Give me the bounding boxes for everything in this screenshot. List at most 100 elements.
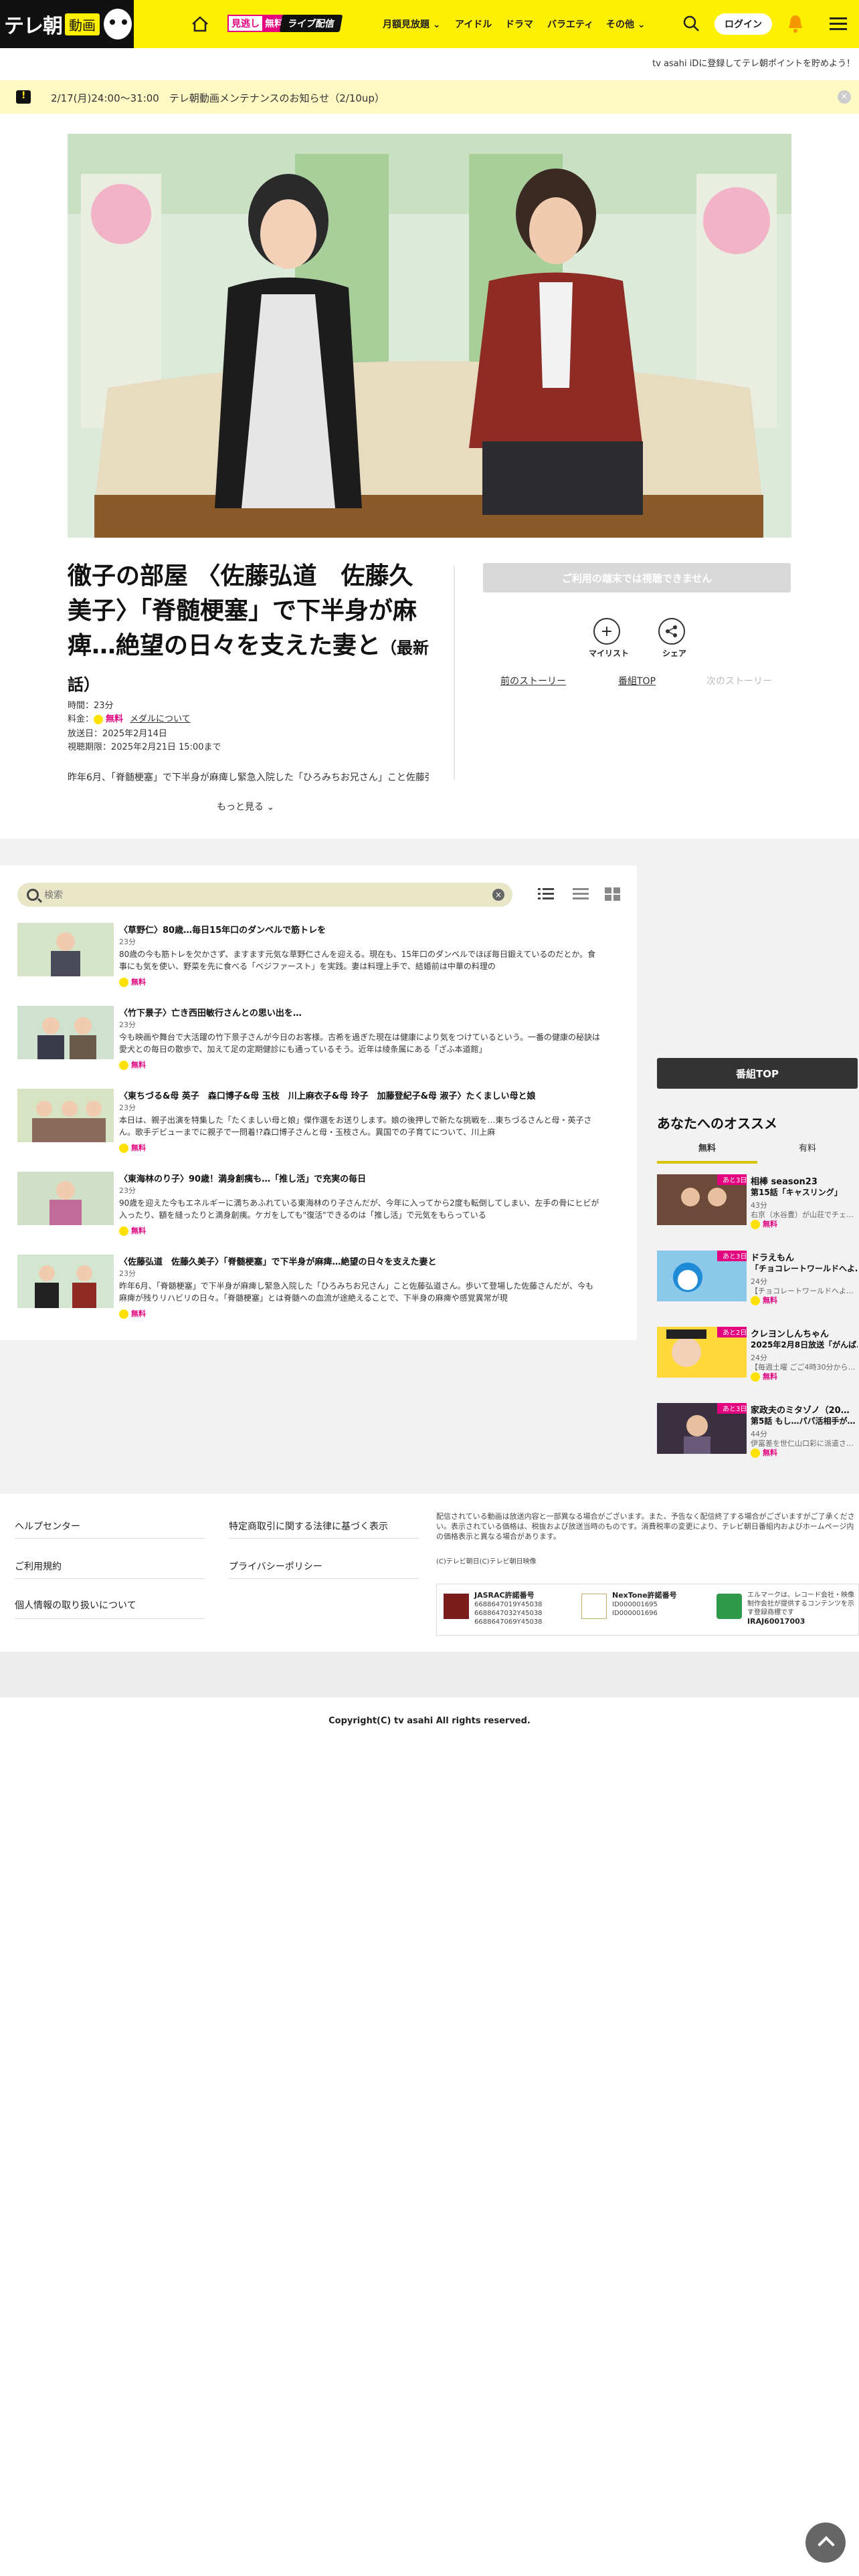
nav-variety[interactable]: バラエティ xyxy=(547,17,593,31)
bell-icon[interactable] xyxy=(787,13,804,33)
footer-terms-link[interactable]: ご利用規約 xyxy=(15,1560,62,1573)
nav-other[interactable]: その他 ⌄ xyxy=(606,17,646,31)
recommend-subtitle: 第15話「キャスリング」 xyxy=(751,1188,842,1197)
recommend-item[interactable]: あと3日 家政夫のミタゾノ（20… 第5話 もし…パパ活相手が… 44分 伊冨差… xyxy=(657,1403,858,1458)
divider xyxy=(229,1578,419,1579)
nextone-logo-icon xyxy=(581,1594,607,1619)
site-header: テレ朝 動画 見逃し 無料 ライブ配信 月額見放題 ⌄ アイドル ドラマ バラエ… xyxy=(0,0,859,48)
tab-paid[interactable]: 有料 xyxy=(757,1141,858,1154)
recommend-free: 無料 xyxy=(751,1371,777,1382)
episode-row[interactable]: 〈佐藤弘道 佐藤久美子〉「脊髄梗塞」で下半身が麻痺…絶望の日々を支えた妻と 23… xyxy=(17,1255,606,1319)
divider xyxy=(229,1538,419,1539)
recommend-item[interactable]: あと3日 相棒 season23 第15話「キャスリング」 43分 右京（水谷豊… xyxy=(657,1174,858,1229)
episode-row-description: 今も映画や舞台で大活躍の竹下景子さんが今日のお客様。古希を過ぎた現在は健康により… xyxy=(119,1033,601,1054)
episode-row[interactable]: 〈草野仁〉80歳…毎日15年口のダンベルで筋トレを 23分 80歳の今も筋トレを… xyxy=(17,923,606,987)
grid-view-icon[interactable] xyxy=(605,887,621,901)
recommend-heading: あなたへのオススメ xyxy=(657,1115,777,1132)
tab-free[interactable]: 無料 xyxy=(657,1141,757,1154)
episode-row[interactable]: 〈東海林のり子〉90歳！満身創痍も…「推し活」で充実の毎日 23分 90歳を迎え… xyxy=(17,1172,606,1236)
search-icon[interactable] xyxy=(682,15,700,32)
l-mark-info: エルマークは、レコード会社・映像制作会社が提供するコンテンツを示す登録商標です … xyxy=(747,1592,854,1626)
copyright: Copyright(C) tv asahi All rights reserve… xyxy=(328,1716,531,1726)
home-icon[interactable] xyxy=(191,16,209,32)
logo-text: テレ朝 xyxy=(4,15,63,38)
mylist-label: マイリスト xyxy=(589,649,630,658)
episode-row-duration: 23分 xyxy=(119,1269,136,1278)
notice-icon xyxy=(16,90,31,104)
episode-aired: 放送日：2025年2月14日 xyxy=(68,729,167,739)
badge-text: あと3日 xyxy=(723,1405,747,1413)
play-disabled-button[interactable]: ご利用の端末では視聴できません xyxy=(483,563,791,593)
recommend-thumbnail: あと2日 xyxy=(657,1327,747,1378)
episode-row-title: 〈佐藤弘道 佐藤久美子〉「脊髄梗塞」で下半身が麻痺…絶望の日々を支えた妻と xyxy=(119,1257,437,1267)
episode-row-free: 無料 xyxy=(119,976,146,987)
footer-help-link[interactable]: ヘルプセンター xyxy=(15,1519,80,1533)
coin-icon xyxy=(119,978,128,987)
episode-row-description: 90歳を迎えた今もエネルギーに満ちあふれている東海林のり子さんだが、今年に入って… xyxy=(119,1198,599,1220)
recommend-subtitle: 2025年2月8日放送「がんば… xyxy=(751,1340,858,1350)
notice-text[interactable]: 2/17(月)24:00～31:00 テレ朝動画メンテナンスのお知らせ（2/10… xyxy=(51,91,385,105)
maintenance-notice[interactable]: 2/17(月)24:00～31:00 テレ朝動画メンテナンスのお知らせ（2/10… xyxy=(0,80,859,114)
recommend-thumbnail: あと3日 xyxy=(657,1174,747,1225)
list-view-icon[interactable] xyxy=(538,887,554,901)
episode-row-duration: 23分 xyxy=(119,1186,136,1195)
scroll-to-top-button[interactable] xyxy=(805,2523,846,2563)
license-box: JASRAC許諾番号 6688647019Y45038 6688647032Y4… xyxy=(436,1584,859,1636)
tv-asahi-id-promo[interactable]: tv asahi iDに登録してテレ朝ポイントを貯めよう！ xyxy=(652,56,855,69)
compact-list-icon[interactable] xyxy=(573,887,589,901)
episode-row-free: 無料 xyxy=(119,1308,146,1319)
program-top-link[interactable]: 番組TOP xyxy=(618,674,656,687)
episode-row-description: 80歳の今も筋トレを欠かさず、ますます元気な草野仁さんを迎える。現在も、15年口… xyxy=(119,950,596,971)
nav-mitoshi-free[interactable]: 見逃し 無料 xyxy=(227,15,288,32)
nextone-info: NexTone許諾番号 ID000001695 ID000001696 xyxy=(612,1591,677,1617)
sidebar-program-top-button[interactable]: 番組TOP xyxy=(657,1058,858,1089)
episode-row-title: 〈竹下景子〉亡き西田敏行さんとの思い出を… xyxy=(119,1008,302,1018)
episode-title: 徹子の部屋 〈佐藤弘道 佐藤久美子〉「脊髄梗塞」で下半身が麻痺…絶望の日々を支え… xyxy=(68,562,430,694)
close-icon[interactable]: × xyxy=(838,90,851,104)
price-label: 料金： xyxy=(68,714,94,724)
add-mylist-button[interactable]: + xyxy=(593,618,620,645)
search-input[interactable] xyxy=(44,887,472,903)
recommend-title: ドラえもん xyxy=(751,1253,795,1263)
nav-idol[interactable]: アイドル xyxy=(455,17,492,31)
badge-text: あと3日 xyxy=(723,1176,747,1184)
coin-icon xyxy=(119,1226,128,1236)
nav-monthly[interactable]: 月額見放題 ⌄ xyxy=(383,17,441,31)
show-more-button[interactable]: もっと見る ⌄ xyxy=(217,800,274,813)
badge-text: あと3日 xyxy=(723,1253,747,1261)
site-logo[interactable]: テレ朝 動画 xyxy=(0,0,134,48)
nav-drama[interactable]: ドラマ xyxy=(505,17,533,31)
footer-privacy-info-link[interactable]: 個人情報の取り扱いについて xyxy=(15,1598,136,1612)
episode-row[interactable]: 〈竹下景子〉亡き西田敏行さんとの思い出を… 23分 今も映画や舞台で大活躍の竹下… xyxy=(17,1006,606,1070)
coin-icon xyxy=(94,714,104,724)
menu-icon[interactable] xyxy=(830,17,847,31)
recommend-title: 家政夫のミタゾノ（20… xyxy=(751,1406,850,1416)
active-tab-indicator xyxy=(657,1161,757,1164)
recommend-free: 無料 xyxy=(751,1295,777,1305)
jasrac-info: JASRAC許諾番号 6688647019Y45038 6688647032Y4… xyxy=(474,1591,543,1626)
mascot-icon xyxy=(102,7,134,41)
episode-row-title: 〈東ちづる&母 英子 森口博子&母 玉枝 川上麻衣子&母 玲子 加藤登紀子&母 … xyxy=(119,1091,536,1101)
footer-band xyxy=(0,1652,859,1697)
prev-story-link[interactable]: 前のストーリー xyxy=(500,674,566,687)
share-label: シェア xyxy=(662,649,687,658)
footer-privacy-policy-link[interactable]: プライバシーポリシー xyxy=(229,1560,322,1573)
episode-thumbnail xyxy=(17,1006,114,1059)
nav-live[interactable]: ライブ配信 xyxy=(279,15,343,32)
episode-row-title: 〈東海林のり子〉90歳！満身創痍も…「推し活」で充実の毎日 xyxy=(119,1174,367,1184)
clear-icon[interactable]: × xyxy=(492,889,504,901)
episode-row-free: 無料 xyxy=(119,1225,146,1236)
recommend-subtitle: 第5話 もし…パパ活相手が… xyxy=(751,1416,856,1426)
episode-hero-image xyxy=(68,134,791,538)
recommend-item[interactable]: あと2日 クレヨンしんちゃん 2025年2月8日放送「がんば… 24分 【毎週土… xyxy=(657,1327,858,1382)
medal-link[interactable]: メダルについて xyxy=(130,714,191,724)
share-button[interactable] xyxy=(658,618,685,645)
footer-credit: (C)テレビ朝日(C)テレビ朝日映像 xyxy=(436,1558,537,1566)
recommend-free: 無料 xyxy=(751,1447,777,1458)
episode-row-free: 無料 xyxy=(119,1142,146,1153)
episode-row[interactable]: 〈東ちづる&母 英子 森口博子&母 玉枝 川上麻衣子&母 玲子 加藤登紀子&母 … xyxy=(17,1089,606,1153)
recommend-item[interactable]: あと3日 ドラえもん 「チョコレートワールドへよ… 24分 【チョコレートワール… xyxy=(657,1251,858,1305)
login-button[interactable]: ログイン xyxy=(714,13,772,35)
next-story-link: 次のストーリー xyxy=(706,676,772,687)
footer-commerce-law-link[interactable]: 特定商取引に関する法律に基づく表示 xyxy=(229,1519,388,1533)
